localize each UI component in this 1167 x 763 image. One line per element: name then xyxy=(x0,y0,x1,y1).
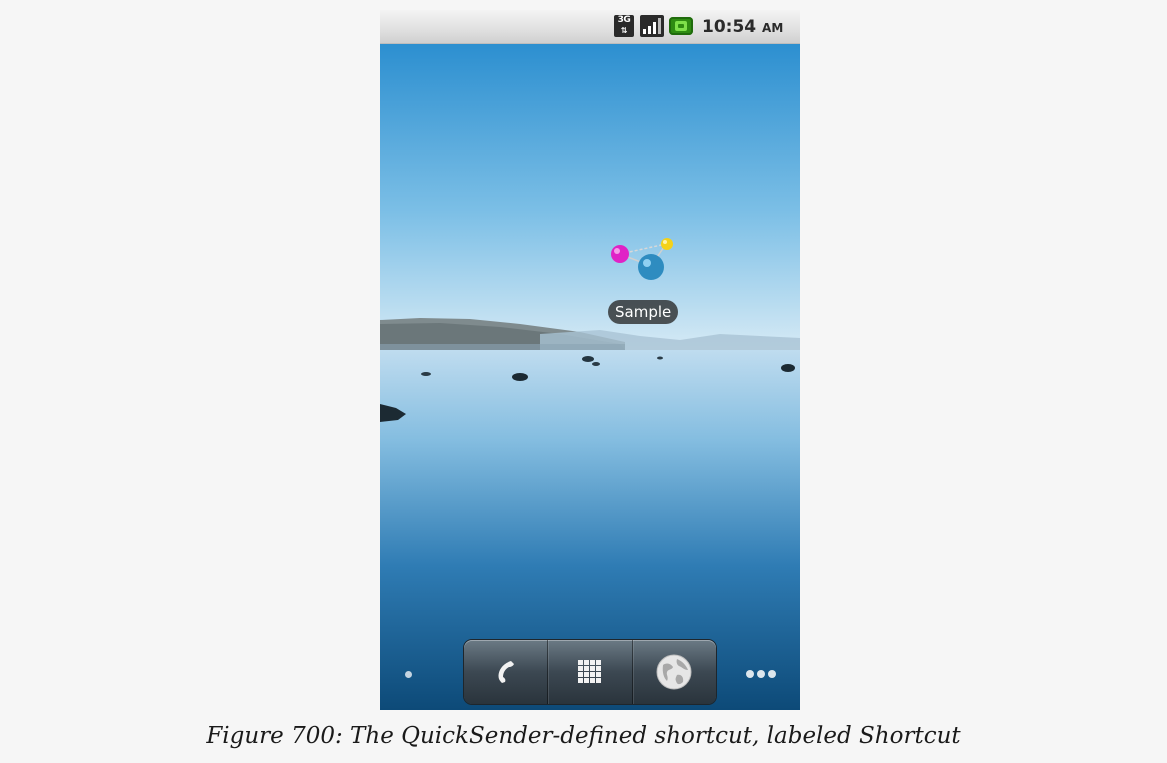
launcher-button[interactable] xyxy=(548,640,633,704)
globe-icon xyxy=(656,654,692,690)
page: 3G ⇅ 10:54 AM Sample Figure 700: The Qui… xyxy=(0,0,1167,763)
wallpaper xyxy=(380,44,800,710)
signal-strength-icon xyxy=(640,15,664,37)
phone-icon xyxy=(498,661,514,683)
figure-caption: Figure 700: The QuickSender-defined shor… xyxy=(206,723,961,749)
grid-icon xyxy=(577,660,601,683)
phone-button[interactable] xyxy=(464,640,549,704)
clock-ampm: AM xyxy=(762,21,784,35)
clock-time: 10:54 xyxy=(702,17,757,37)
battery-charging-icon xyxy=(669,17,693,35)
molecule-icon[interactable] xyxy=(606,232,696,352)
more-pages-icon xyxy=(746,668,776,680)
shortcut-label[interactable]: Sample xyxy=(608,300,679,324)
browser-button[interactable] xyxy=(633,640,716,704)
network-3g-icon: 3G ⇅ xyxy=(614,15,634,37)
dock xyxy=(464,640,716,704)
status-bar: 3G ⇅ 10:54 AM xyxy=(380,10,800,44)
network-type-label: 3G xyxy=(617,15,631,25)
status-clock: 10:54 AM xyxy=(702,16,783,39)
phone-screen: 3G ⇅ 10:54 AM Sample xyxy=(380,10,800,710)
page-indicator-dot xyxy=(405,671,412,678)
